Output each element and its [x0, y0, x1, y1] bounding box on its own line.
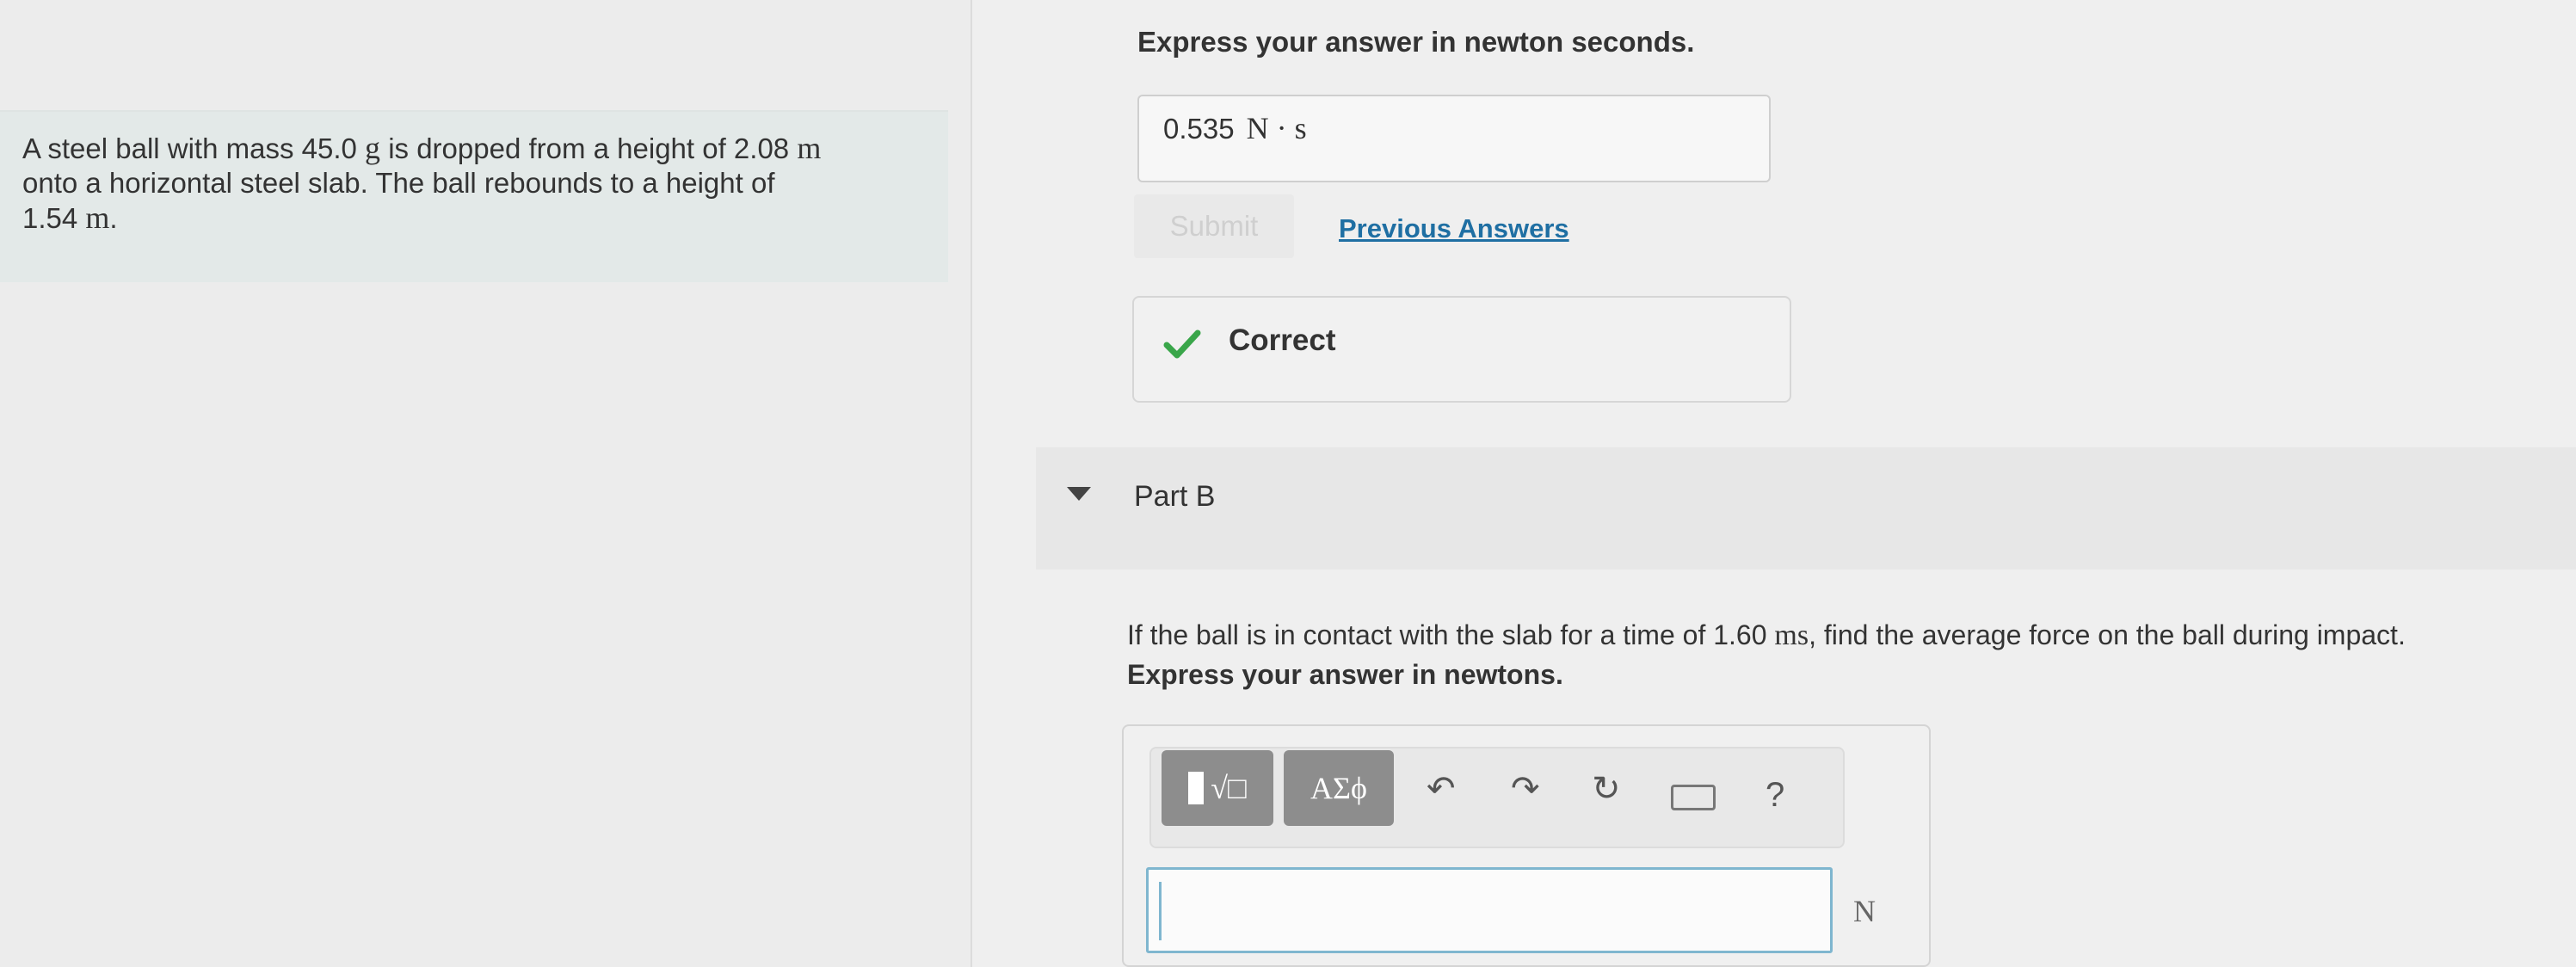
undo-icon[interactable]: ↶ — [1427, 769, 1456, 809]
text-cursor — [1159, 882, 1162, 940]
part-b-instruction: Express your answer in newtons. — [1127, 659, 1563, 690]
problem-line-1: A steel ball with mass 45.0 g is dropped… — [22, 131, 934, 166]
part-b-unit: N — [1853, 894, 1876, 928]
part-b-title[interactable]: Part B — [1134, 480, 1215, 514]
part-a-answer-field[interactable]: 0.535 N · s — [1137, 95, 1771, 182]
part-a-instruction: Express your answer in newton seconds. — [1137, 26, 1695, 58]
unit-m: m — [797, 131, 822, 165]
part-a-answer-value: 0.535 — [1163, 113, 1235, 145]
problem-text-3a: 1.54 — [22, 202, 86, 234]
problem-line-3: 1.54 m. — [22, 200, 934, 236]
part-b-header[interactable] — [1036, 447, 2576, 570]
problem-panel: A steel ball with mass 45.0 g is dropped… — [0, 0, 972, 967]
unit-ms: ms — [1774, 619, 1809, 651]
part-b-question: If the ball is in contact with the slab … — [1127, 619, 2555, 652]
collapse-triangle-icon[interactable] — [1067, 487, 1091, 501]
previous-answers-link[interactable]: Previous Answers — [1339, 213, 1569, 244]
problem-text-1a: A steel ball with mass 45.0 — [22, 132, 366, 164]
part-b-answer-input[interactable] — [1146, 867, 1833, 953]
part-a-answer-display: 0.535 N · s — [1163, 110, 1307, 146]
question-text-a: If the ball is in contact with the slab … — [1127, 619, 1775, 650]
submit-button[interactable]: Submit — [1134, 194, 1294, 258]
reset-icon[interactable]: ↻ — [1592, 769, 1621, 809]
feedback-correct-box: Correct — [1132, 296, 1791, 403]
check-icon — [1163, 330, 1201, 359]
problem-text-1c: is dropped from a height of 2.08 — [380, 132, 798, 164]
feedback-correct-label: Correct — [1229, 323, 1336, 357]
templates-button[interactable]: √□ — [1162, 750, 1273, 826]
templates-button-label: √□ — [1211, 771, 1247, 805]
unit-m-2: m — [85, 200, 110, 235]
redo-icon[interactable]: ↷ — [1511, 769, 1540, 809]
problem-text-3c: . — [109, 202, 118, 234]
page: A steel ball with mass 45.0 g is dropped… — [0, 0, 2576, 967]
problem-statement: A steel ball with mass 45.0 g is dropped… — [22, 131, 934, 236]
symbols-button[interactable]: ΑΣϕ — [1284, 750, 1394, 826]
template-block-icon — [1188, 772, 1205, 804]
problem-line-2: onto a horizontal steel slab. The ball r… — [22, 167, 775, 199]
question-text-c: , find the average force on the ball dur… — [1809, 619, 2406, 650]
part-a-answer-unit: N · s — [1246, 111, 1307, 145]
help-icon[interactable]: ? — [1766, 776, 1784, 815]
keyboard-icon[interactable] — [1671, 785, 1716, 810]
unit-g: g — [365, 131, 381, 165]
